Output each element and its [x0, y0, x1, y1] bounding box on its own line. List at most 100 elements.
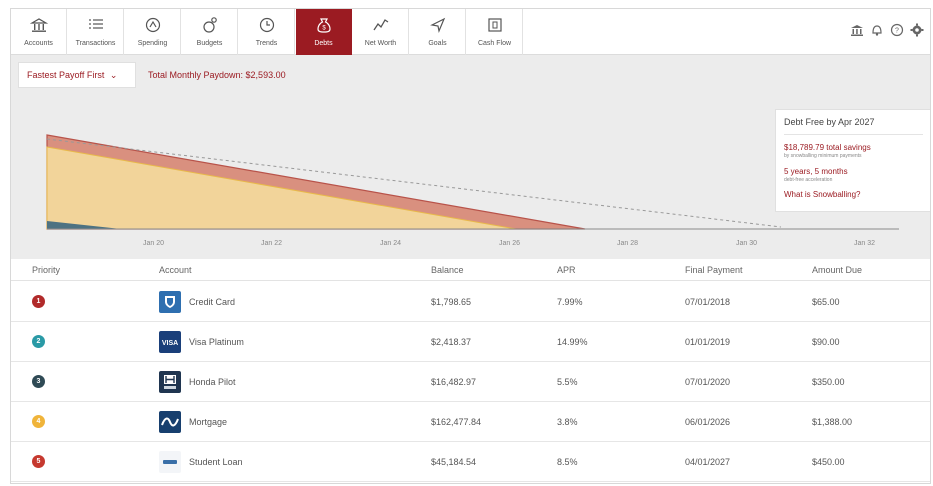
- clock-icon: [259, 17, 274, 33]
- nav-budgets[interactable]: Budgets: [182, 9, 238, 55]
- apr-cell: 3.8%: [557, 417, 578, 427]
- line-chart-icon: [372, 19, 388, 31]
- priority-badge: 2: [32, 335, 45, 348]
- debt-free-callout: Debt Free by Apr 2027 $18,789.79 total s…: [775, 109, 930, 212]
- nav-goals[interactable]: Goals: [410, 9, 466, 55]
- nav-spending[interactable]: Spending: [125, 9, 181, 55]
- nav-accounts[interactable]: Accounts: [11, 9, 67, 55]
- balance-cell: $162,477.84: [431, 417, 482, 427]
- svg-text:?: ?: [895, 28, 899, 35]
- what-is-snowballing-link[interactable]: What is Snowballing?: [784, 190, 923, 199]
- table-row[interactable]: 1 Credit Card $1,798.65 7.99% 07/01/2018 $65.…: [11, 282, 930, 322]
- visa-logo-icon: VISA: [159, 331, 181, 353]
- balance-cell: $2,418.37: [431, 337, 472, 347]
- header-account[interactable]: Account: [159, 265, 192, 275]
- header-amount-due[interactable]: Amount Due: [812, 265, 862, 275]
- priority-badge: 3: [32, 375, 45, 388]
- calendar-icon: [487, 18, 502, 32]
- final-payment-cell: 06/01/2026: [685, 417, 731, 427]
- nav-net-worth[interactable]: Net Worth: [353, 9, 409, 55]
- final-payment-cell: 07/01/2018: [685, 297, 731, 307]
- x-axis-ticks: Jan 20 Jan 22 Jan 24 Jan 26 Jan 28 Jan 30 Jan …: [143, 240, 875, 247]
- priority-badge: 1: [32, 295, 45, 308]
- payoff-strategy-value: Fastest Payoff First: [27, 70, 105, 80]
- amount-due-cell: $90.00: [812, 337, 840, 347]
- honda-logo-icon: [159, 371, 181, 393]
- debts-table: Priority Account Balance APR Final Payme…: [11, 259, 930, 483]
- amount-due-cell: $1,388.00: [812, 417, 853, 427]
- x-tick-label: Jan 20: [143, 240, 164, 247]
- budgets-icon: [202, 17, 217, 33]
- table-row[interactable]: 4 Mortgage $162,477.84 3.8% 06/01/2026 $1,388…: [11, 402, 930, 442]
- balance-cell: $16,482.97: [431, 377, 477, 387]
- balance-cell: $45,184.54: [431, 457, 477, 467]
- top-nav: Accounts Transactions Spending Budgets T…: [11, 9, 930, 55]
- priority-badge: 4: [32, 415, 45, 428]
- priority-badge: 5: [32, 455, 45, 468]
- chevron-down-icon: ⌄: [109, 70, 118, 80]
- mortgage-area: [46, 146, 517, 230]
- total-savings: $18,789.79 total savings: [784, 143, 871, 152]
- account-name: Student Loan: [189, 457, 243, 467]
- header-final-payment[interactable]: Final Payment: [685, 265, 743, 275]
- amount-due-cell: $450.00: [812, 457, 845, 467]
- header-balance[interactable]: Balance: [431, 265, 464, 275]
- nav-label: Cash Flow: [477, 40, 512, 47]
- amount-due-cell: $65.00: [812, 297, 840, 307]
- x-tick-label: Jan 30: [736, 240, 757, 247]
- debt-free-acceleration: 5 years, 5 months: [784, 167, 848, 176]
- total-monthly-paydown: Total Monthly Paydown: $2,593.00: [148, 70, 286, 80]
- final-payment-cell: 01/01/2019: [685, 337, 731, 347]
- bank-icon: [29, 18, 48, 32]
- nav-tools: ?: [850, 23, 924, 41]
- nav-label: Accounts: [24, 40, 53, 47]
- apr-cell: 8.5%: [557, 457, 578, 467]
- table-row[interactable]: 3 Honda Pilot $16,482.97 5.5% 07/01/2020 $350…: [11, 362, 930, 402]
- callout-title: Debt Free by Apr 2027: [784, 117, 923, 135]
- gear-icon[interactable]: [910, 23, 924, 37]
- nav-label: Trends: [255, 40, 278, 47]
- apr-cell: 7.99%: [557, 297, 583, 307]
- spending-icon: [145, 17, 160, 33]
- table-header: Priority Account Balance APR Final Payme…: [11, 259, 930, 281]
- table-row[interactable]: 2 VISA Visa Platinum $2,418.37 14.99% 01/01/2…: [11, 322, 930, 362]
- svg-text:VISA: VISA: [162, 340, 178, 347]
- amount-due-cell: $350.00: [812, 377, 845, 387]
- x-tick-label: Jan 24: [380, 240, 401, 247]
- student-loan-logo-icon: [159, 451, 181, 473]
- x-tick-label: Jan 32: [854, 240, 875, 247]
- app-window: Accounts Transactions Spending Budgets T…: [10, 8, 931, 484]
- help-icon[interactable]: ?: [890, 23, 904, 37]
- filter-row: Fastest Payoff First ⌄ Total Monthly Pay…: [11, 56, 930, 96]
- x-tick-label: Jan 22: [261, 240, 282, 247]
- account-name: Visa Platinum: [189, 337, 244, 347]
- final-payment-cell: 04/01/2027: [685, 457, 731, 467]
- bank-icon[interactable]: [850, 23, 864, 37]
- nav-trends[interactable]: Trends: [239, 9, 295, 55]
- table-row[interactable]: 5 Student Loan $45,184.54 8.5% 04/01/2027 $45…: [11, 442, 930, 482]
- nav-transactions[interactable]: Transactions: [68, 9, 124, 55]
- nav-debts[interactable]: $ Debts: [296, 9, 352, 55]
- svg-text:$: $: [322, 26, 326, 32]
- nav-label: Transactions: [75, 40, 116, 47]
- apr-cell: 5.5%: [557, 377, 578, 387]
- header-apr[interactable]: APR: [557, 265, 576, 275]
- nav-label: Budgets: [196, 40, 223, 47]
- nav-label: Spending: [137, 40, 168, 47]
- nav-cash-flow[interactable]: Cash Flow: [467, 9, 523, 55]
- account-name: Credit Card: [189, 297, 236, 307]
- money-bag-icon: $: [316, 18, 331, 33]
- goal-arrow-icon: [429, 17, 445, 34]
- account-name: Honda Pilot: [189, 377, 236, 387]
- header-priority[interactable]: Priority: [32, 265, 60, 275]
- mortgage-logo-icon: [159, 411, 181, 433]
- x-tick-label: Jan 28: [617, 240, 638, 247]
- nav-label: Net Worth: [364, 40, 397, 47]
- apr-cell: 14.99%: [557, 337, 588, 347]
- bell-icon[interactable]: [870, 23, 884, 37]
- final-payment-cell: 07/01/2020: [685, 377, 731, 387]
- account-name: Mortgage: [189, 417, 228, 427]
- total-savings-note: by snowballing minimum payments: [784, 153, 862, 159]
- shield-logo-icon: [159, 291, 181, 313]
- payoff-strategy-dropdown[interactable]: Fastest Payoff First ⌄: [18, 62, 136, 88]
